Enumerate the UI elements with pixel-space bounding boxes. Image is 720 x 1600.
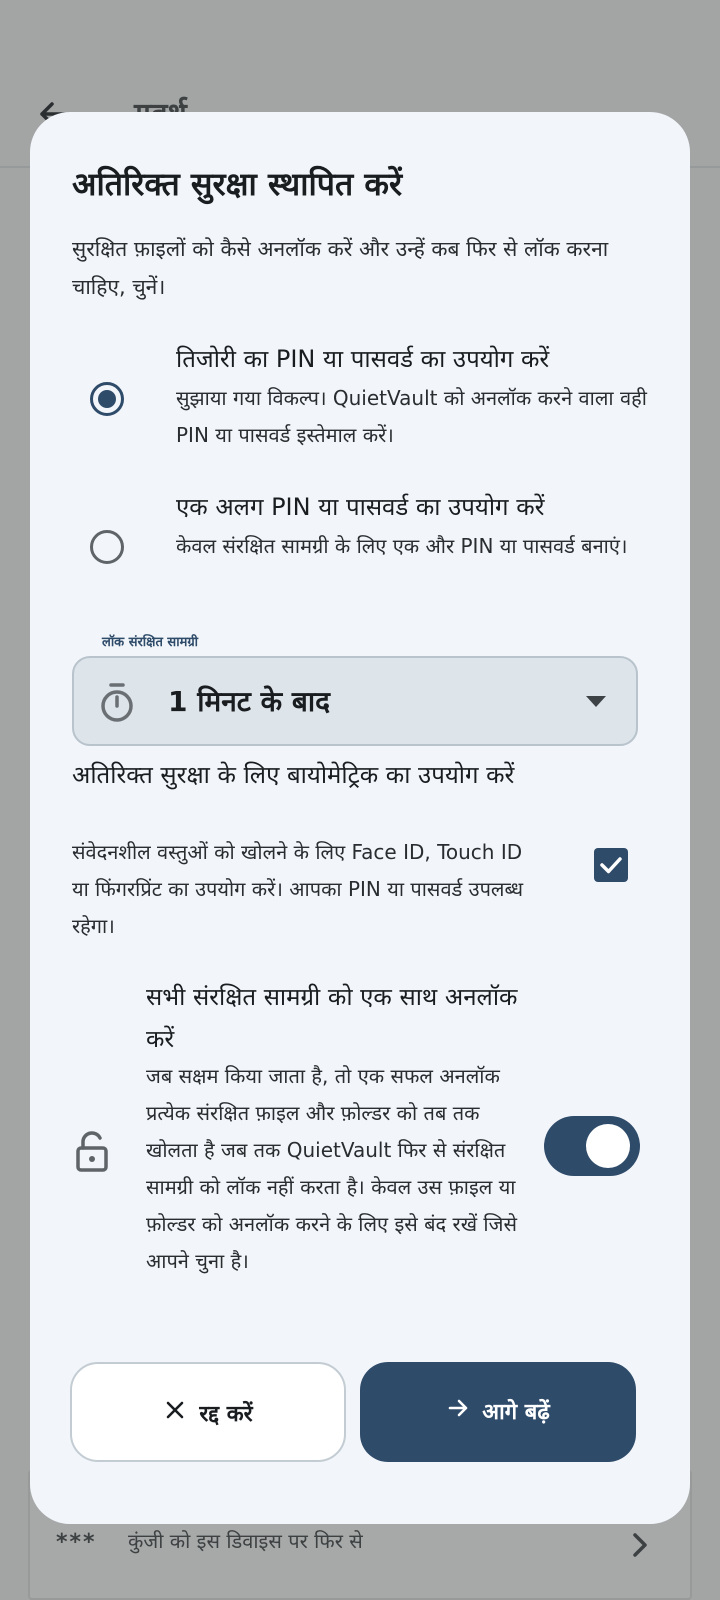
extra-security-dialog: अतिरिक्त सुरक्षा स्थापित करें सुरक्षित फ…	[30, 112, 690, 1524]
unlock-all-title: सभी संरक्षित सामग्री को एक साथ अनलॉक करे…	[146, 983, 518, 1053]
biometric-description: संवेदनशील वस्तुओं को खोलने के लिए Face I…	[72, 840, 524, 938]
option-separate-pin[interactable]: एक अलग PIN या पासवर्ड का उपयोग करें केवल…	[30, 490, 690, 610]
option-vault-pin[interactable]: तिजोरी का PIN या पासवर्ड का उपयोग करें स…	[30, 342, 690, 462]
dropdown-caret-icon	[586, 696, 606, 707]
dialog-title: अतिरिक्त सुरक्षा स्थापित करें	[72, 165, 403, 203]
toggle-knob	[586, 1124, 630, 1168]
lock-timeout-value: 1 मिनट के बाद	[168, 685, 330, 718]
close-icon	[167, 1401, 184, 1419]
arrow-right-icon	[448, 1399, 468, 1417]
password-icon: ***	[56, 1530, 97, 1555]
cancel-button-label: रद्द करें	[199, 1402, 253, 1427]
option-vault-pin-title: तिजोरी का PIN या पासवर्ड का उपयोग करें	[176, 345, 550, 373]
lock-open-icon	[76, 1131, 108, 1172]
biometric-checkbox[interactable]	[594, 848, 628, 882]
unlock-all-description: जब सक्षम किया जाता है, तो एक सफल अनलॉक प…	[146, 1064, 517, 1273]
dialog-description: सुरक्षित फ़ाइलों को कैसे अनलॉक करें और उ…	[72, 237, 609, 299]
option-separate-pin-title: एक अलग PIN या पासवर्ड का उपयोग करें	[176, 493, 545, 521]
radio-vault-pin[interactable]	[90, 382, 124, 416]
check-icon	[600, 857, 622, 874]
cancel-button[interactable]: रद्द करें	[70, 1362, 346, 1462]
lock-timeout-dropdown[interactable]: 1 मिनट के बाद	[72, 656, 638, 746]
lock-timeout-label: लॉक संरक्षित सामग्री	[96, 632, 205, 650]
option-vault-pin-description: सुझाया गया विकल्प। QuietVault को अनलॉक क…	[176, 386, 647, 447]
option-separate-pin-description: केवल संरक्षित सामग्री के लिए एक और PIN य…	[176, 534, 628, 558]
chevron-right-icon	[633, 1533, 647, 1557]
timer-icon	[101, 683, 133, 722]
biometric-title: अतिरिक्त सुरक्षा के लिए बायोमेट्रिक का उ…	[72, 761, 515, 789]
next-button-label: आगे बढ़ें	[482, 1400, 550, 1425]
next-button[interactable]: आगे बढ़ें	[360, 1362, 636, 1462]
unlock-all-toggle[interactable]	[544, 1116, 640, 1176]
radio-separate-pin[interactable]	[90, 530, 124, 564]
